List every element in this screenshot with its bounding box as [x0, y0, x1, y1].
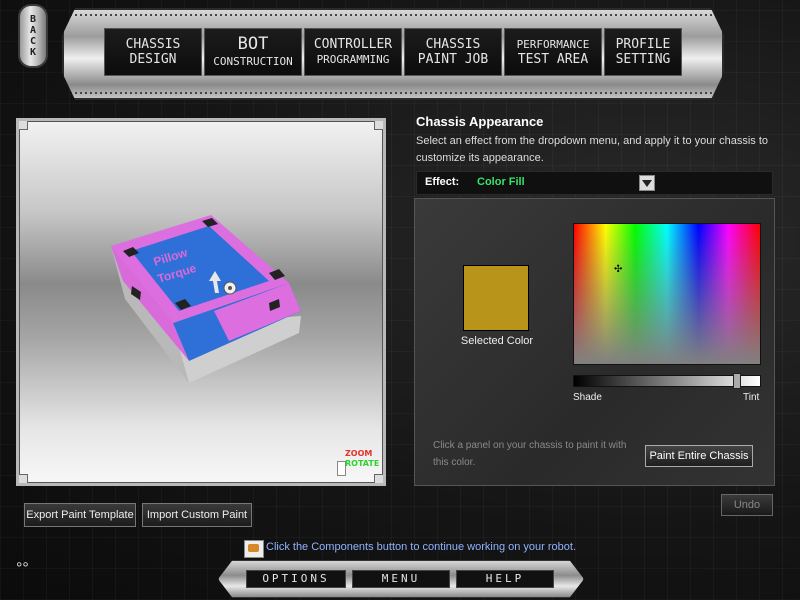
export-paint-template-button[interactable]: Export Paint Template: [24, 503, 136, 527]
tab-sublabel: PAINT JOB: [417, 52, 489, 67]
tab-controller-programming[interactable]: CONTROLLER PROGRAMMING: [304, 28, 402, 76]
back-button[interactable]: BACK: [18, 4, 48, 68]
effect-value: Color Fill: [477, 176, 525, 188]
tab-sublabel: PROGRAMMING: [316, 53, 390, 66]
shade-tint-slider[interactable]: [573, 373, 761, 389]
main-nav: CHASSIS DESIGN BOT CONSTRUCTION CONTROLL…: [104, 28, 682, 76]
viewport-corner: [19, 121, 28, 130]
slider-thumb[interactable]: [733, 373, 741, 389]
robot-chassis-model[interactable]: Pillow Torque: [19, 121, 383, 483]
viewport-corner: [374, 474, 383, 483]
viewport-corner: [19, 474, 28, 483]
tab-sublabel: DESIGN: [129, 52, 177, 67]
undo-button[interactable]: Undo: [721, 494, 773, 516]
panel-title: Chassis Appearance: [416, 114, 544, 129]
tint-label: Tint: [743, 392, 760, 403]
viewport-corner: [374, 121, 383, 130]
tab-label: CHASSIS: [425, 37, 481, 52]
color-spectrum-picker[interactable]: ✣: [573, 223, 761, 365]
tab-performance-test-area[interactable]: PERFORMANCE TEST AREA: [504, 28, 602, 76]
options-button[interactable]: OPTIONS: [246, 570, 346, 588]
selected-color-swatch: [463, 265, 529, 331]
logo-icon: °°: [16, 560, 29, 577]
tab-sublabel: SETTING: [615, 52, 671, 67]
rotate-label[interactable]: ROTATE: [345, 459, 379, 468]
tab-profile-setting[interactable]: PROFILE SETTING: [604, 28, 682, 76]
back-label: BACK: [27, 14, 39, 58]
tab-label: BOT: [237, 34, 269, 54]
shade-label: Shade: [573, 392, 602, 403]
chassis-viewport[interactable]: Pillow Torque ZOOM ROTATE: [16, 118, 386, 486]
effect-dropdown[interactable]: Effect: Color Fill: [416, 171, 773, 195]
tab-bot-construction[interactable]: BOT CONSTRUCTION: [204, 28, 302, 76]
tab-sublabel: TEST AREA: [517, 52, 589, 67]
tab-label: CHASSIS: [125, 37, 181, 52]
selected-color-label: Selected Color: [460, 335, 534, 347]
tab-chassis-paint-job[interactable]: CHASSIS PAINT JOB: [404, 28, 502, 76]
tab-label: CONTROLLER: [313, 37, 393, 52]
import-custom-paint-button[interactable]: Import Custom Paint: [142, 503, 252, 527]
effect-label: Effect:: [425, 176, 460, 188]
zoom-label[interactable]: ZOOM: [345, 449, 372, 458]
tab-sublabel: CONSTRUCTION: [213, 55, 293, 68]
tab-label: PERFORMANCE: [516, 38, 590, 51]
tab-label: PROFILE: [615, 37, 671, 52]
menu-button[interactable]: MENU: [352, 570, 450, 588]
components-icon: [244, 540, 264, 558]
paint-hint: Click a panel on your chassis to paint i…: [433, 440, 627, 468]
panel-description: Select an effect from the dropdown menu,…: [416, 135, 768, 164]
crosshair-icon: ✣: [614, 264, 623, 275]
tab-chassis-design[interactable]: CHASSIS DESIGN: [104, 28, 202, 76]
color-fill-panel: Selected Color ✣ Shade Tint Click a pane…: [414, 198, 775, 486]
dropdown-arrow-icon[interactable]: [639, 175, 655, 191]
status-message: Click the Components button to continue …: [266, 541, 577, 553]
paint-entire-chassis-button[interactable]: Paint Entire Chassis: [645, 445, 753, 467]
help-button[interactable]: HELP: [456, 570, 554, 588]
